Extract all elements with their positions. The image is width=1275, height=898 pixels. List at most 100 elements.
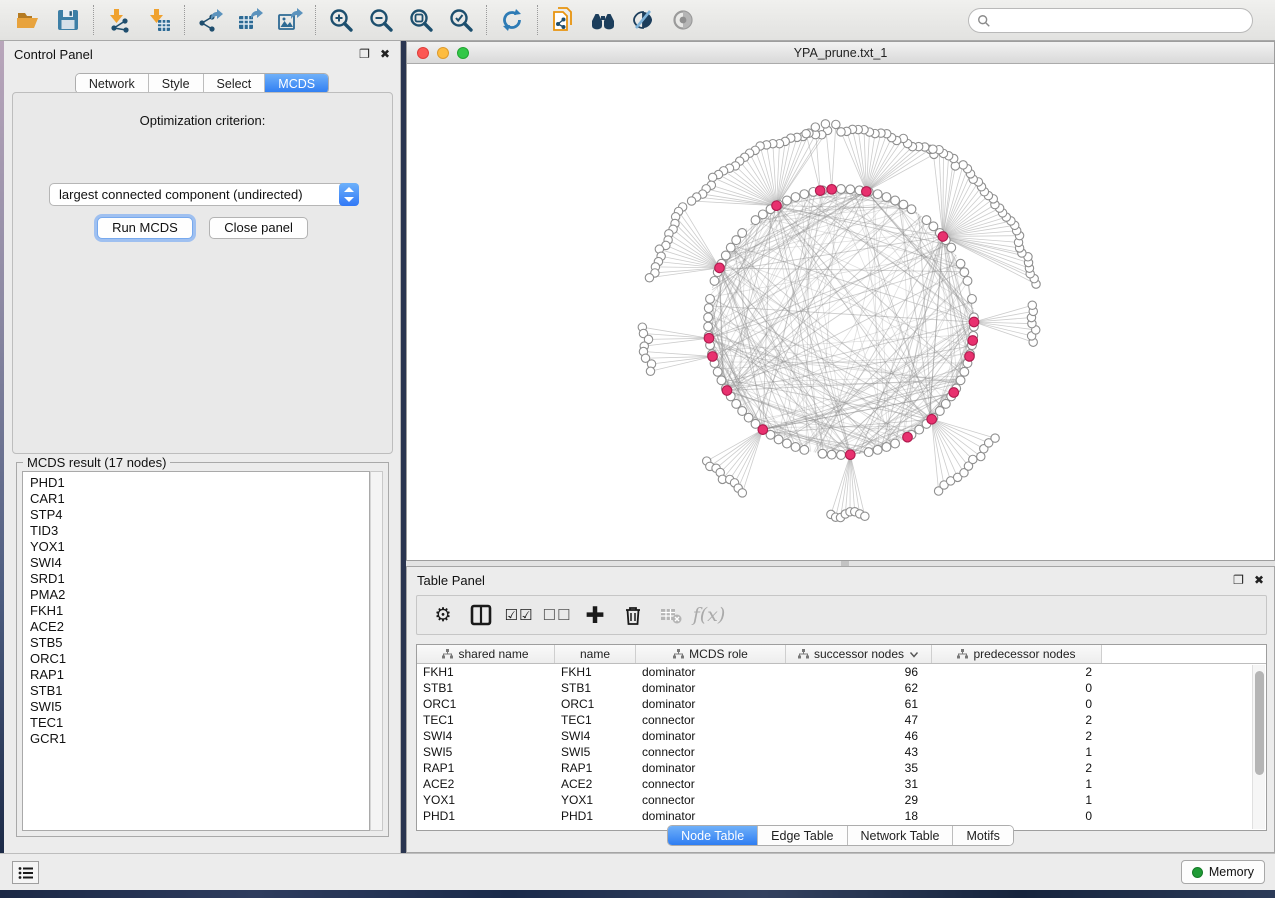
zoom-selected-button[interactable] bbox=[441, 3, 481, 37]
mcds-node[interactable] bbox=[827, 185, 837, 195]
node[interactable] bbox=[947, 243, 956, 252]
leaf-node[interactable] bbox=[646, 367, 654, 375]
node[interactable] bbox=[882, 443, 891, 452]
node[interactable] bbox=[732, 236, 741, 245]
add-column-button[interactable]: ✚ bbox=[581, 601, 609, 629]
unselect-all-button[interactable]: ☐☐ bbox=[543, 601, 571, 629]
save-session-button[interactable] bbox=[48, 3, 88, 37]
mcds-node[interactable] bbox=[965, 352, 975, 362]
zoom-out-button[interactable] bbox=[361, 3, 401, 37]
tab-edge-table[interactable]: Edge Table bbox=[758, 826, 847, 845]
mcds-result-item[interactable]: SWI5 bbox=[30, 699, 369, 715]
search-field[interactable] bbox=[968, 8, 1253, 33]
column-header-name[interactable]: name bbox=[555, 645, 636, 663]
mcds-result-item[interactable]: TID3 bbox=[30, 523, 369, 539]
export-image-button[interactable] bbox=[270, 3, 310, 37]
mcds-node[interactable] bbox=[715, 263, 725, 273]
leaf-node[interactable] bbox=[861, 512, 869, 520]
mcds-node[interactable] bbox=[815, 186, 825, 196]
node[interactable] bbox=[915, 425, 924, 434]
node[interactable] bbox=[758, 210, 767, 219]
node[interactable] bbox=[899, 200, 908, 209]
mcds-result-item[interactable]: SWI4 bbox=[30, 555, 369, 571]
import-table-button[interactable] bbox=[139, 3, 179, 37]
mcds-result-item[interactable]: PMA2 bbox=[30, 587, 369, 603]
node[interactable] bbox=[751, 216, 760, 225]
mcds-result-item[interactable]: ORC1 bbox=[30, 651, 369, 667]
node[interactable] bbox=[956, 259, 965, 268]
table-scrollbar[interactable] bbox=[1252, 665, 1265, 829]
leaf-node[interactable] bbox=[991, 434, 999, 442]
mcds-node[interactable] bbox=[938, 232, 948, 242]
mcds-result-item[interactable]: STB1 bbox=[30, 683, 369, 699]
node[interactable] bbox=[706, 295, 715, 304]
leaf-node[interactable] bbox=[645, 274, 653, 282]
show-all-button[interactable] bbox=[663, 3, 703, 37]
leaf-node[interactable] bbox=[821, 120, 829, 128]
mcds-result-item[interactable]: YOX1 bbox=[30, 539, 369, 555]
hide-selected-button[interactable] bbox=[623, 3, 663, 37]
task-history-button[interactable] bbox=[12, 861, 39, 884]
new-network-from-selection-button[interactable] bbox=[543, 3, 583, 37]
mcds-node[interactable] bbox=[772, 201, 782, 211]
mcds-node[interactable] bbox=[949, 388, 959, 398]
mcds-result-item[interactable]: STP4 bbox=[30, 507, 369, 523]
tab-network-table[interactable]: Network Table bbox=[848, 826, 954, 845]
node[interactable] bbox=[791, 443, 800, 452]
tab-motifs[interactable]: Motifs bbox=[953, 826, 1012, 845]
node[interactable] bbox=[891, 196, 900, 205]
table-settings-button[interactable]: ⚙ bbox=[429, 601, 457, 629]
mcds-node[interactable] bbox=[968, 336, 978, 346]
mcds-list-scrollbar[interactable] bbox=[370, 471, 383, 831]
search-input[interactable] bbox=[991, 14, 1244, 28]
network-canvas[interactable] bbox=[407, 64, 1274, 560]
node[interactable] bbox=[774, 435, 783, 444]
tab-network[interactable]: Network bbox=[76, 74, 149, 93]
leaf-node[interactable] bbox=[837, 128, 845, 136]
node[interactable] bbox=[791, 193, 800, 202]
node[interactable] bbox=[783, 196, 792, 205]
mcds-result-list[interactable]: PHD1CAR1STP4TID3YOX1SWI4SRD1PMA2FKH1ACE2… bbox=[22, 471, 370, 831]
mcds-result-item[interactable]: CAR1 bbox=[30, 491, 369, 507]
leaf-node[interactable] bbox=[811, 123, 819, 131]
mcds-result-item[interactable]: ACE2 bbox=[30, 619, 369, 635]
table-row[interactable]: SWI5SWI5connector431 bbox=[417, 744, 1266, 760]
node[interactable] bbox=[891, 439, 900, 448]
column-header-MCDS-role[interactable]: MCDS role bbox=[636, 645, 786, 663]
mcds-node[interactable] bbox=[927, 414, 937, 424]
table-row[interactable]: STB1STB1dominator620 bbox=[417, 680, 1266, 696]
tab-node-table[interactable]: Node Table bbox=[668, 826, 758, 845]
select-all-button[interactable]: ☑☑ bbox=[505, 601, 533, 629]
node[interactable] bbox=[800, 445, 809, 454]
close-panel-icon[interactable]: ✖ bbox=[380, 47, 390, 61]
export-table-button[interactable] bbox=[230, 3, 270, 37]
mcds-result-item[interactable]: SRD1 bbox=[30, 571, 369, 587]
leaf-node[interactable] bbox=[708, 173, 716, 181]
node[interactable] bbox=[783, 439, 792, 448]
leaf-node[interactable] bbox=[738, 489, 746, 497]
node[interactable] bbox=[726, 243, 735, 252]
float-panel-icon[interactable]: ❐ bbox=[1233, 573, 1244, 587]
leaf-node[interactable] bbox=[1028, 301, 1036, 309]
table-row[interactable]: RAP1RAP1dominator352 bbox=[417, 760, 1266, 776]
node[interactable] bbox=[837, 451, 846, 460]
tab-select[interactable]: Select bbox=[204, 74, 266, 93]
table-row[interactable]: YOX1YOX1connector291 bbox=[417, 792, 1266, 808]
mcds-node[interactable] bbox=[704, 333, 714, 343]
table-row[interactable]: ORC1ORC1dominator610 bbox=[417, 696, 1266, 712]
node[interactable] bbox=[710, 277, 719, 286]
node[interactable] bbox=[818, 449, 827, 458]
zoom-fit-button[interactable] bbox=[401, 3, 441, 37]
delete-column-button[interactable] bbox=[619, 601, 647, 629]
mcds-node[interactable] bbox=[845, 450, 855, 460]
node[interactable] bbox=[704, 322, 713, 331]
node[interactable] bbox=[732, 399, 741, 408]
leaf-node[interactable] bbox=[959, 161, 967, 169]
scrollbar-thumb[interactable] bbox=[1255, 671, 1264, 775]
mcds-node[interactable] bbox=[969, 317, 979, 327]
node[interactable] bbox=[922, 216, 931, 225]
node[interactable] bbox=[935, 407, 944, 416]
run-mcds-button[interactable]: Run MCDS bbox=[97, 217, 193, 239]
node[interactable] bbox=[873, 445, 882, 454]
node[interactable] bbox=[717, 376, 726, 385]
